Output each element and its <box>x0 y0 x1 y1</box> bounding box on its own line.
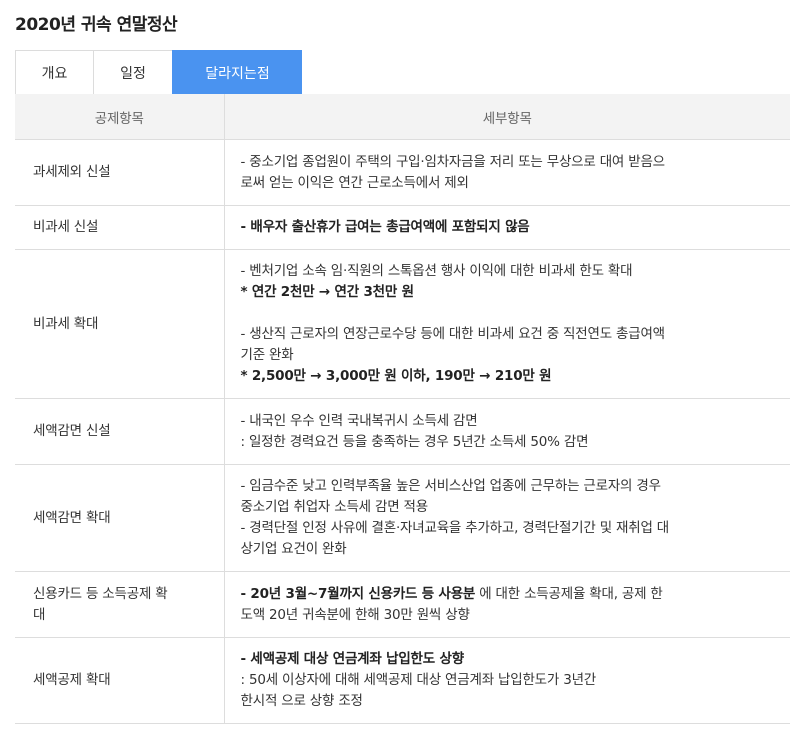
detail-bold: * 2,500만 → 3,000만 원 이하, 190만 → 210만 원 <box>240 368 552 384</box>
detail-text: 에 대한 소득공제율 확대, 공제 한 <box>475 585 663 602</box>
detail-line: - 생산직 근로자의 연장근로수당 등에 대한 비과세 요건 중 직전연도 총급… <box>240 326 666 342</box>
table-row: 세액감면 확대 - 임금수준 낮고 인력부족율 높은 서비스산업 업종에 근무하… <box>15 464 790 572</box>
tab-changes[interactable]: 달라지는점 <box>172 50 302 94</box>
table-row: 과세제외 신설 - 중소기업 종업원이 주택의 구입·임차자금을 저리 또는 무… <box>15 139 790 206</box>
page-title: 2020년 귀속 연말정산 <box>15 15 178 35</box>
category-line: 신용카드 등 소득공제 확 <box>33 585 168 602</box>
row-detail: - 임금수준 낮고 인력부족율 높은 서비스산업 업종에 근무하는 근로자의 경… <box>224 464 790 572</box>
detail-line: - 중소기업 종업원이 주택의 구입·임차자금을 저리 또는 무상으로 대여 받… <box>240 153 666 170</box>
detail-line: - 배우자 출산휴가 급여는 총급여액에 포함되지 않음 <box>241 217 773 238</box>
row-category: 세액감면 확대 <box>15 464 225 572</box>
detail-line: 도액 20년 귀속분에 한해 30만 원씩 상향 <box>240 606 470 623</box>
category-line: 대 <box>33 606 46 623</box>
row-detail: - 중소기업 종업원이 주택의 구입·임차자금을 저리 또는 무상으로 대여 받… <box>224 139 790 206</box>
row-category: 세액감면 신설 <box>15 398 225 465</box>
detail-line: - 경력단절 인정 사유에 결혼·자녀교육을 추가하고, 경력단절기간 및 재취… <box>240 520 670 536</box>
detail-bold: - 20년 3월~7월까지 신용카드 등 사용분 <box>240 585 476 602</box>
detail-line: 기준 완화 <box>240 347 294 363</box>
detail-line: - 내국인 우수 인력 국내복귀시 소득세 감면 <box>240 412 478 429</box>
detail-line: * 연간 2천만 → 연간 3천만 원 <box>241 282 773 303</box>
detail-line: : 50세 이상자에 대해 세액공제 대상 연금계좌 납입한도가 3년간 <box>240 672 597 688</box>
table-row: 비과세 신설 - 배우자 출산휴가 급여는 총급여액에 포함되지 않음 <box>15 205 790 250</box>
detail-line: * 2,500만 → 3,000만 원 이하, 190만 → 210만 원 <box>241 366 773 387</box>
row-detail: - 세액공제 대상 연금계좌 납입한도 상향 : 50세 이상자에 대해 세액공… <box>224 637 790 724</box>
table-row: 세액감면 신설 - 내국인 우수 인력 국내복귀시 소득세 감면 : 일정한 경… <box>15 398 790 465</box>
detail-line: 중소기업 취업자 소득세 감면 적용 <box>240 499 429 515</box>
row-detail: - 벤처기업 소속 임·직원의 스톡옵션 행사 이익에 대한 비과세 한도 확대… <box>224 249 790 399</box>
row-detail: - 20년 3월~7월까지 신용카드 등 사용분 에 대한 소득공제율 확대, … <box>224 571 790 638</box>
header-detail: 세부항목 <box>224 94 790 140</box>
row-detail: - 내국인 우수 인력 국내복귀시 소득세 감면 : 일정한 경력요건 등을 충… <box>224 398 790 465</box>
table-header-row: 공제항목 세부항목 <box>15 94 790 140</box>
row-category: 비과세 확대 <box>15 249 225 399</box>
tab-schedule[interactable]: 일정 <box>93 50 172 94</box>
detail-line: - 벤처기업 소속 임·직원의 스톡옵션 행사 이익에 대한 비과세 한도 확대 <box>240 263 633 279</box>
detail-bold: - 세액공제 대상 연금계좌 납입한도 상향 <box>240 651 465 667</box>
detail-bold: * 연간 2천만 → 연간 3천만 원 <box>240 284 415 300</box>
row-category: 세액공제 확대 <box>15 637 225 724</box>
detail-line: - 임금수준 낮고 인력부족율 높은 서비스산업 업종에 근무하는 근로자의 경… <box>240 478 662 494</box>
row-detail: - 배우자 출산휴가 급여는 총급여액에 포함되지 않음 <box>224 205 790 250</box>
row-category: 신용카드 등 소득공제 확 대 <box>15 571 225 638</box>
page: 2020년 귀속 연말정산 개요 일정 달라지는점 공제항목 세부항목 과세제외… <box>0 0 807 732</box>
detail-line: - 20년 3월~7월까지 신용카드 등 사용분 에 대한 소득공제율 확대, … <box>241 584 773 605</box>
detail-line: 상기업 요건이 완화 <box>240 541 347 557</box>
table-row: 비과세 확대 - 벤처기업 소속 임·직원의 스톡옵션 행사 이익에 대한 비과… <box>15 249 790 399</box>
detail-line: : 일정한 경력요건 등을 충족하는 경우 5년간 소득세 50% 감면 <box>240 433 589 450</box>
detail-line: 한시적 으로 상향 조정 <box>240 693 363 709</box>
detail-line: 로써 얻는 이익은 연간 근로소득에서 제외 <box>240 174 469 191</box>
detail-bold: - 배우자 출산휴가 급여는 총급여액에 포함되지 않음 <box>240 219 530 235</box>
header-category: 공제항목 <box>15 94 225 140</box>
detail-line: - 세액공제 대상 연금계좌 납입한도 상향 <box>241 649 773 670</box>
row-category: 비과세 신설 <box>15 205 225 250</box>
deduction-table: 공제항목 세부항목 과세제외 신설 - 중소기업 종업원이 주택의 구입·임차자… <box>15 94 790 724</box>
table-row: 세액공제 확대 - 세액공제 대상 연금계좌 납입한도 상향 : 50세 이상자… <box>15 637 790 724</box>
table-row: 신용카드 등 소득공제 확 대 - 20년 3월~7월까지 신용카드 등 사용분… <box>15 571 790 638</box>
row-category: 과세제외 신설 <box>15 139 225 206</box>
tab-overview[interactable]: 개요 <box>15 50 93 94</box>
tab-bar: 개요 일정 달라지는점 <box>15 50 302 94</box>
